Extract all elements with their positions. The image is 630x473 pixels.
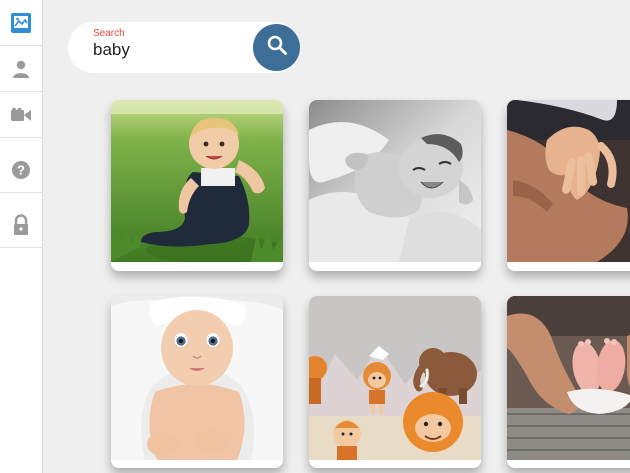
gallery-card-baby-on-grass[interactable] bbox=[111, 100, 283, 271]
user-icon bbox=[11, 59, 31, 79]
gallery-icon bbox=[10, 12, 32, 34]
gallery-image bbox=[507, 100, 630, 262]
sidebar-item-gallery[interactable] bbox=[0, 0, 42, 46]
search-label: Search bbox=[93, 28, 125, 39]
sidebar-item-profile[interactable] bbox=[0, 46, 42, 92]
search-button[interactable] bbox=[253, 24, 300, 71]
sidebar: ? bbox=[0, 0, 43, 473]
gallery-card-baby-feet-in-hands[interactable] bbox=[507, 296, 630, 468]
sidebar-item-video[interactable] bbox=[0, 92, 42, 138]
search-icon bbox=[266, 34, 288, 61]
svg-text:?: ? bbox=[17, 162, 25, 177]
sidebar-item-help[interactable]: ? bbox=[0, 147, 42, 193]
sidebar-item-lock[interactable] bbox=[0, 202, 42, 248]
gallery-card-baby-black-and-white[interactable] bbox=[309, 100, 481, 271]
help-icon: ? bbox=[11, 160, 31, 180]
lock-icon bbox=[12, 213, 30, 236]
gallery-image bbox=[111, 296, 283, 460]
search-input[interactable] bbox=[93, 39, 243, 61]
app-window: ? Search bbox=[0, 0, 630, 473]
video-camera-icon bbox=[10, 107, 32, 123]
gallery-image bbox=[309, 296, 481, 460]
gallery-card-baby-in-towel[interactable] bbox=[111, 296, 283, 468]
gallery-image bbox=[309, 100, 481, 262]
gallery-image bbox=[507, 296, 630, 460]
gallery-image bbox=[111, 100, 283, 262]
gallery-card-cartoon-cavemen[interactable] bbox=[309, 296, 481, 468]
gallery-card-hands-together[interactable] bbox=[507, 100, 630, 271]
